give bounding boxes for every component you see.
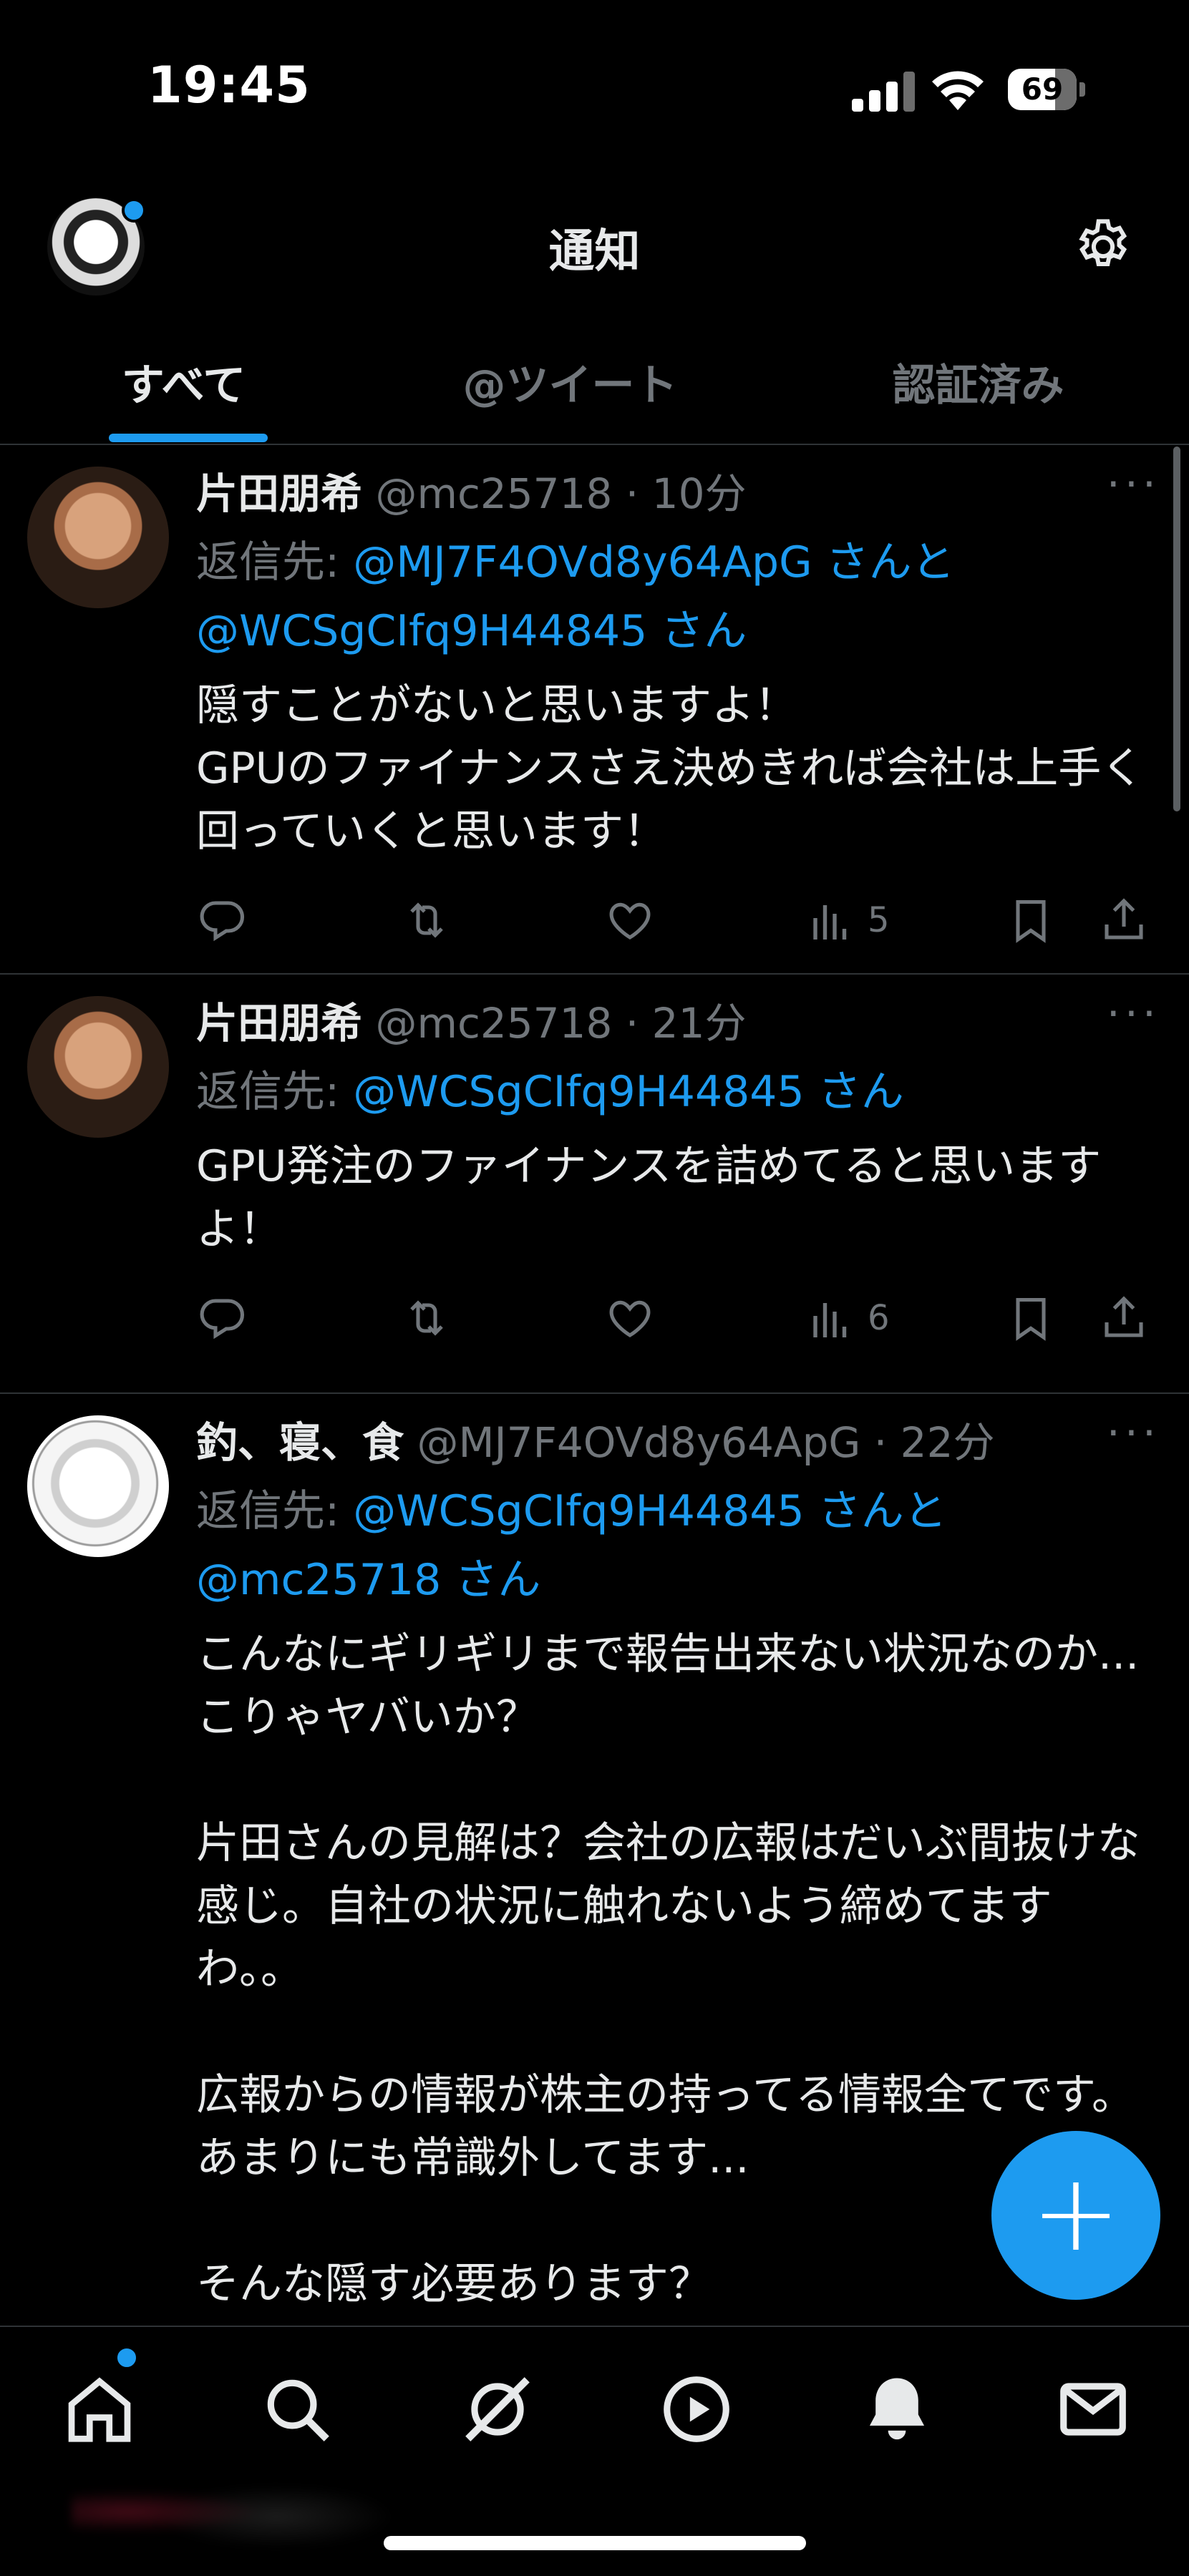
reply-prefix: 返信先:: [196, 1486, 354, 1536]
messages-envelope-icon[interactable]: [1054, 2370, 1132, 2449]
reply-mention-link[interactable]: @WCSgCIfq9H44845 さん: [353, 1067, 903, 1117]
view-count: 6: [868, 1298, 890, 1338]
screen: 19:45 69 通知 すべて @ツイート 認証済み 片田朋希 @mc25718…: [0, 0, 1189, 2576]
reply-mention-link[interactable]: @MJ7F4OVd8y64ApG さんと: [353, 537, 954, 587]
share-icon: [1105, 898, 1143, 940]
timestamp: 10分: [651, 469, 747, 518]
handle: @MJ7F4OVd8y64ApG: [417, 1418, 861, 1467]
heart-icon: [609, 1300, 651, 1337]
notifications-bell-icon[interactable]: [858, 2370, 936, 2449]
avatar[interactable]: [27, 1415, 169, 1557]
views-button[interactable]: 5: [805, 892, 890, 949]
timestamp: 22分: [900, 1418, 995, 1467]
notification-tabs: すべて @ツイート 認証済み: [0, 322, 1189, 445]
reply-to: 返信先: @WCSgCIfq9H44845 さん: [196, 1058, 1153, 1126]
more-options-icon[interactable]: ···: [1107, 989, 1160, 1039]
tab-all[interactable]: すべて: [0, 351, 382, 413]
tweet-header: 片田朋希 @mc25718 · 21分 ···: [196, 989, 1160, 1048]
battery-icon: 69: [1008, 69, 1085, 110]
avatar[interactable]: [27, 996, 169, 1138]
compose-tweet-button[interactable]: +: [991, 2131, 1160, 2300]
timestamp: 21分: [651, 999, 747, 1048]
view-count: 5: [868, 900, 890, 940]
cellular-signal-icon: [852, 72, 916, 112]
home-icon[interactable]: [60, 2370, 139, 2449]
analytics-icon: [813, 905, 847, 940]
search-icon[interactable]: [258, 2370, 336, 2449]
tweet[interactable]: 片田朋希 @mc25718 · 21分 ··· 返信先: @WCSgCIfq9H…: [0, 975, 1189, 1394]
active-tab-indicator: [109, 434, 268, 442]
share-button[interactable]: [1098, 1289, 1150, 1347]
notification-feed: 片田朋希 @mc25718 · 10分 ··· 返信先: @MJ7F4OVd8y…: [0, 445, 1189, 2324]
retweet-icon: [410, 1300, 443, 1336]
heart-icon: [609, 902, 651, 940]
wifi-icon: [932, 71, 984, 110]
bookmark-button[interactable]: [1005, 892, 1057, 949]
tweet-text: GPU発注のファイナンスを詰めてると思いますよ！: [196, 1141, 1102, 1254]
reply-mention-link[interactable]: @WCSgCIfq9H44845 さんと: [353, 1486, 946, 1536]
more-options-icon[interactable]: ···: [1107, 1408, 1160, 1458]
battery-percentage: 69: [1021, 72, 1064, 107]
bookmark-icon: [1016, 1297, 1046, 1341]
retweet-button[interactable]: [401, 892, 452, 949]
bookmark-button[interactable]: [1005, 1289, 1057, 1347]
handle: @mc25718: [375, 999, 613, 1048]
reply-to: 返信先: @MJ7F4OVd8y64ApG さんと @WCSgCIfq9H448…: [196, 528, 1153, 665]
status-bar: 19:45 69: [0, 0, 1189, 165]
share-icon: [1105, 1296, 1143, 1337]
views-button[interactable]: 6: [805, 1289, 890, 1347]
tweet-text: 隠すことがないと思いますよ！ GPUのファイナンスさえ決めきれば会社は上手く回っ…: [196, 680, 1145, 857]
reply-button[interactable]: [196, 1289, 248, 1347]
retweet-button[interactable]: [401, 1289, 452, 1347]
header: 通知: [0, 165, 1189, 322]
more-options-icon[interactable]: ···: [1107, 459, 1160, 509]
page-title: 通知: [548, 225, 641, 278]
share-button[interactable]: [1098, 892, 1150, 949]
tab-mentions[interactable]: @ツイート: [372, 351, 768, 413]
tweet-actions: 5: [196, 870, 1153, 977]
tweet[interactable]: 片田朋希 @mc25718 · 10分 ··· 返信先: @MJ7F4OVd8y…: [0, 445, 1189, 975]
bookmark-icon: [1016, 899, 1046, 943]
display-name[interactable]: 片田朋希: [196, 999, 362, 1048]
status-time: 19:45: [147, 56, 311, 114]
tweet-header: 釣、寝、食 @MJ7F4OVd8y64ApG · 22分 ···: [196, 1408, 1160, 1467]
tab-verified[interactable]: 認証済み: [780, 351, 1176, 413]
home-indicator[interactable]: [384, 2536, 806, 2550]
like-button[interactable]: [604, 892, 656, 949]
reply-to: 返信先: @WCSgCIfq9H44845 さんと @mc25718 さん: [196, 1477, 1153, 1614]
handle: @mc25718: [375, 469, 613, 518]
settings-gear-icon[interactable]: [1071, 215, 1135, 279]
reply-button[interactable]: [196, 892, 248, 949]
display-name[interactable]: 釣、寝、食: [196, 1418, 404, 1467]
retweet-icon: [410, 902, 443, 938]
reply-mention-link[interactable]: @WCSgCIfq9H44845 さん: [196, 606, 747, 656]
reply-mention-link[interactable]: @mc25718 さん: [196, 1555, 540, 1605]
reply-prefix: 返信先:: [196, 537, 354, 587]
reply-icon: [200, 1299, 244, 1340]
plus-icon: +: [1031, 2151, 1121, 2275]
reply-prefix: 返信先:: [196, 1067, 354, 1117]
analytics-icon: [813, 1303, 847, 1337]
display-name[interactable]: 片田朋希: [196, 469, 362, 518]
reply-icon: [200, 901, 244, 942]
tweet-actions: 6: [196, 1268, 1153, 1375]
like-button[interactable]: [604, 1289, 656, 1347]
grok-spaces-icon[interactable]: [458, 2370, 537, 2449]
home-notification-dot-icon: [115, 2346, 139, 2370]
tweet-header: 片田朋希 @mc25718 · 10分 ···: [196, 459, 1160, 518]
video-play-icon[interactable]: [657, 2370, 736, 2449]
avatar[interactable]: [27, 467, 169, 608]
